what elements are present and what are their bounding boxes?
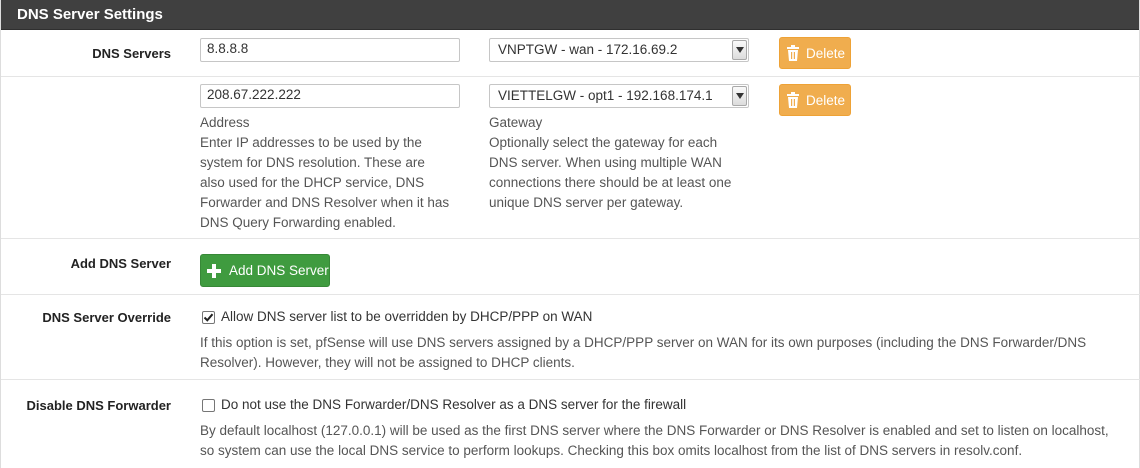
help-line: Resolver). However, they will not be ass… xyxy=(200,355,575,370)
add-dns-server-row: Add DNS Server xyxy=(1,239,1140,295)
dns-server-1-address-input[interactable]: 8.8.8.8 xyxy=(200,38,460,62)
dns-server-2-address-input[interactable]: 208.67.222.222 xyxy=(200,84,460,108)
delete-label: Delete xyxy=(806,92,846,108)
address-help-head: Address xyxy=(200,115,250,130)
plus-icon xyxy=(207,263,221,278)
dns-server-1-gateway-select[interactable]: VNPTGW - wan - 172.16.69.2 xyxy=(489,38,749,62)
override-help-text: If this option is set, pfSense will use … xyxy=(200,333,1130,373)
dns-server-1-gateway-value: VNPTGW - wan - 172.16.69.2 xyxy=(498,42,678,57)
disable-forwarder-help-text: By default localhost (127.0.0.1) will be… xyxy=(200,421,1140,461)
trash-icon xyxy=(786,45,800,61)
dns-server-2-gateway-select[interactable]: VIETTELGW - opt1 - 192.168.174.1 xyxy=(489,84,749,108)
help-line: connections there should be at least one xyxy=(489,175,732,190)
dns-server-row-1: DNS Servers 8.8.8.8 VNPTGW - wan - 172.1… xyxy=(1,30,1140,77)
help-line: Forwarder and DNS Resolver when it has xyxy=(200,195,450,210)
help-line: If this option is set, pfSense will use … xyxy=(200,335,1087,350)
disable-dns-forwarder-label: Disable DNS Forwarder xyxy=(26,398,172,413)
gateway-help-text: Gateway Optionally select the gateway fo… xyxy=(489,113,769,213)
dns-server-row-2: 208.67.222.222 VIETTELGW - opt1 - 192.16… xyxy=(1,77,1140,239)
override-checkbox-label: Allow DNS server list to be overridden b… xyxy=(221,309,593,324)
help-line: also used for the DHCP service, DNS xyxy=(200,175,425,190)
help-line: DNS server. When using multiple WAN xyxy=(489,155,722,170)
help-line: Optionally select the gateway for each xyxy=(489,135,718,150)
panel-title: DNS Server Settings xyxy=(1,0,1139,30)
help-line: unique DNS server per gateway. xyxy=(489,195,684,210)
help-line: system for DNS resolution. These are xyxy=(200,155,425,170)
dns-server-1-delete-button[interactable]: Delete xyxy=(779,37,851,69)
help-line: By default localhost (127.0.0.1) will be… xyxy=(200,423,1109,438)
help-line: DNS Query Forwarding enabled. xyxy=(200,215,396,230)
disable-dns-forwarder-row: Disable DNS Forwarder Do not use the DNS… xyxy=(1,380,1140,468)
help-line: so system can use the local DNS service … xyxy=(200,443,1023,458)
help-line: Enter IP addresses to be used by the xyxy=(200,135,422,150)
add-dns-server-label: Add DNS Server xyxy=(70,256,171,271)
dns-server-2-delete-button[interactable]: Delete xyxy=(779,84,851,116)
chevron-down-icon xyxy=(732,86,747,106)
dns-server-2-gateway-value: VIETTELGW - opt1 - 192.168.174.1 xyxy=(498,88,713,103)
add-dns-server-button[interactable]: Add DNS Server xyxy=(200,254,330,287)
chevron-down-icon xyxy=(732,40,747,60)
gateway-help-head: Gateway xyxy=(489,115,543,130)
disable-forwarder-checkbox-label: Do not use the DNS Forwarder/DNS Resolve… xyxy=(221,397,687,412)
dns-server-override-label: DNS Server Override xyxy=(42,310,171,325)
override-checkbox[interactable] xyxy=(202,311,215,324)
delete-label: Delete xyxy=(806,45,846,61)
dns-servers-label: DNS Servers xyxy=(92,46,171,61)
dns-server-settings-panel: DNS Server Settings DNS Servers 8.8.8.8 … xyxy=(0,0,1140,468)
address-help-text: Address Enter IP addresses to be used by… xyxy=(200,113,480,233)
disable-forwarder-checkbox[interactable] xyxy=(202,399,215,412)
add-dns-server-button-label: Add DNS Server xyxy=(229,263,329,278)
trash-icon xyxy=(786,92,800,108)
dns-server-override-row: DNS Server Override Allow DNS server lis… xyxy=(1,295,1140,380)
